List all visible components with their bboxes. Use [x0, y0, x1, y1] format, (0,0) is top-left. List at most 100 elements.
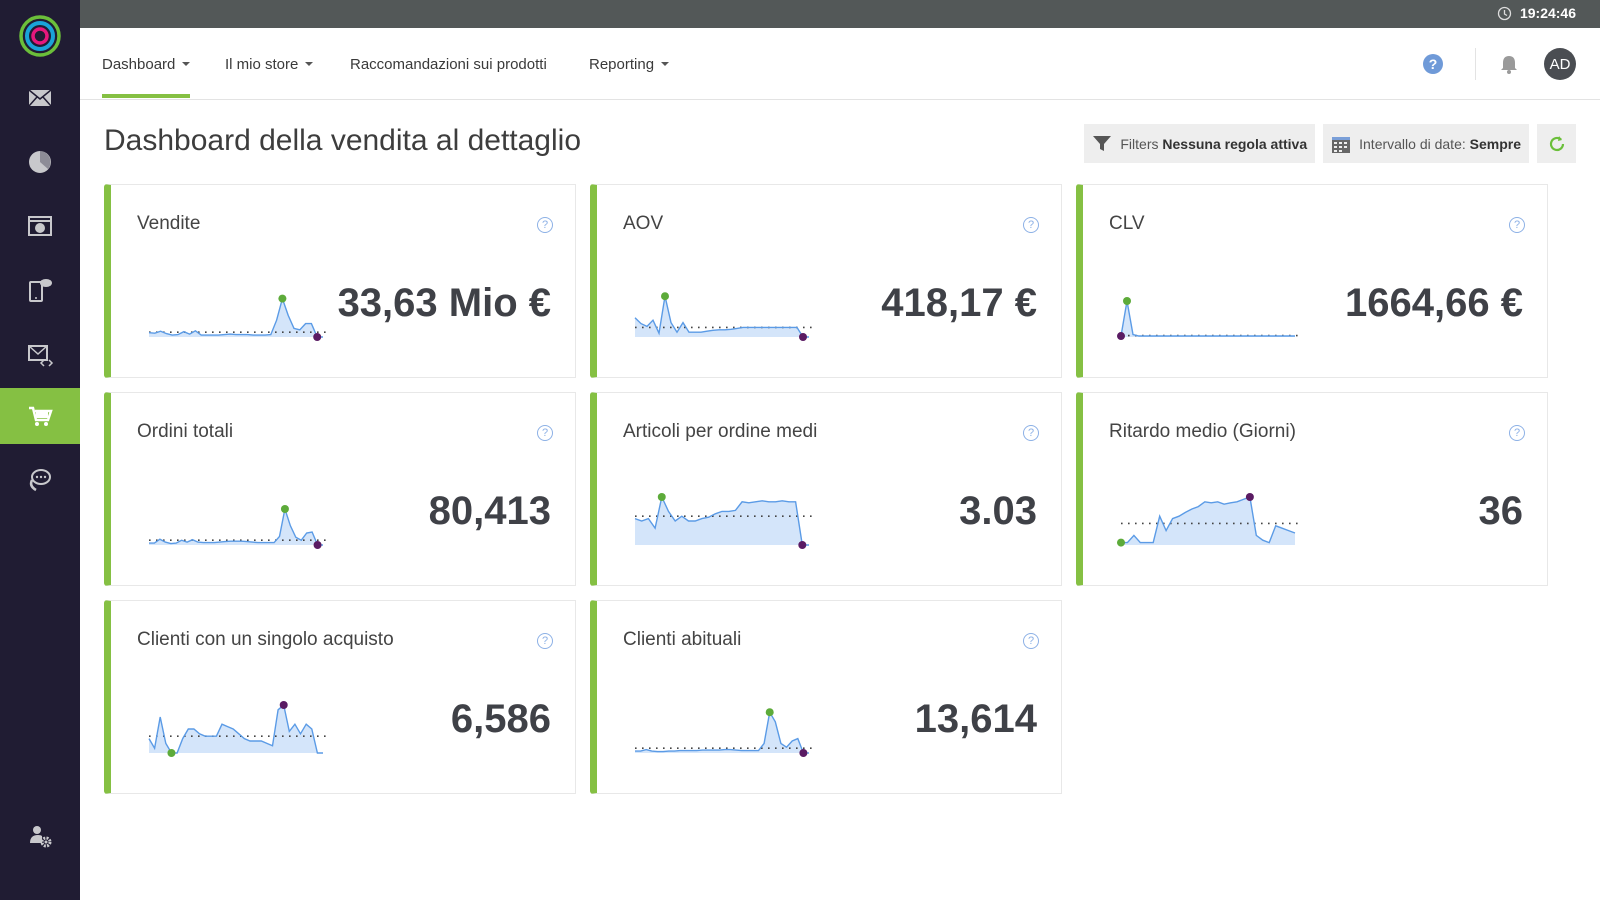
nav-dashboard[interactable]: Dashboard — [102, 28, 191, 100]
app-logo-icon[interactable] — [19, 15, 61, 57]
cart-icon — [29, 406, 53, 426]
kpi-card-value: 6,586 — [450, 697, 551, 741]
sparkline-min-point — [167, 749, 176, 757]
caret-down-icon — [182, 62, 191, 66]
sparkline-min-point — [798, 541, 807, 549]
kpi-card-value: 13,614 — [914, 697, 1037, 741]
help-circle-icon[interactable]: ? — [1023, 425, 1039, 441]
sparkline-max-point — [661, 292, 669, 301]
kpi-card-title: AOV — [623, 213, 664, 234]
sidebar-item-mobile[interactable] — [0, 262, 80, 318]
user-gear-icon — [30, 826, 52, 848]
nav-dashboard-label: Dashboard — [102, 55, 176, 73]
funnel-icon — [1093, 135, 1112, 151]
kpi-card: AOV? 418,17 € — [590, 184, 1062, 378]
envelope-icon — [28, 89, 52, 107]
caret-down-icon — [661, 62, 670, 66]
sparkline-chart — [1117, 493, 1301, 547]
sidebar-item-analytics[interactable] — [0, 134, 80, 190]
date-range-button[interactable]: Intervallo di date: Sempre — [1323, 124, 1529, 163]
sparkline-min-point — [313, 333, 322, 341]
sparkline-min-point — [799, 333, 807, 341]
page-title: Dashboard della vendita al dettaglio — [104, 124, 581, 157]
sidebar-item-chat[interactable] — [0, 452, 80, 508]
kpi-card-value: 1664,66 € — [1345, 281, 1523, 325]
nav-reporting-label: Reporting — [589, 55, 655, 73]
kpi-card: Clienti abituali? 13,614 — [590, 600, 1062, 794]
kpi-card-value: 33,63 Mio € — [337, 281, 551, 325]
kpi-card-value: 3.03 — [959, 489, 1037, 533]
sparkline-chart — [1117, 297, 1301, 341]
help-circle-icon[interactable]: ? — [1023, 633, 1039, 649]
nav-reporting[interactable]: Reporting — [589, 28, 670, 100]
bell-icon[interactable] — [1500, 54, 1518, 74]
kpi-card-title: Articoli per ordine medi — [623, 421, 818, 442]
kpi-card-title: Ordini totali — [137, 421, 234, 442]
divider — [1475, 48, 1476, 80]
mobile-message-icon — [29, 279, 52, 302]
help-circle-icon[interactable]: ? — [1509, 217, 1525, 233]
kpi-card: Clienti con un singolo acquisto? 6,586 — [104, 600, 576, 794]
chat-bubble-icon — [29, 469, 51, 492]
kpi-card-value: 418,17 € — [881, 281, 1037, 325]
kpi-card: Articoli per ordine medi? 3.03 — [590, 392, 1062, 586]
help-circle-icon[interactable]: ? — [537, 425, 553, 441]
browser-window-icon — [28, 216, 52, 236]
calendar-icon — [1332, 136, 1351, 153]
kpi-card: CLV? 1664,66 € — [1076, 184, 1548, 378]
sidebar-item-user-settings[interactable] — [0, 808, 80, 864]
sparkline-max-point — [657, 493, 666, 501]
sidebar-item-ecommerce[interactable] — [0, 388, 80, 444]
kpi-card-value: 80,413 — [428, 489, 551, 533]
help-circle-icon[interactable]: ? — [537, 633, 553, 649]
sparkline-max-point — [765, 708, 774, 717]
sparkline-min-point — [799, 749, 808, 757]
help-circle-icon[interactable]: ? — [537, 217, 553, 233]
help-circle-icon[interactable]: ? — [1509, 425, 1525, 441]
refresh-button[interactable] — [1537, 124, 1576, 163]
help-icon[interactable]: ? — [1423, 54, 1443, 74]
filters-label: Filters — [1120, 135, 1159, 152]
refresh-icon — [1549, 135, 1564, 151]
sparkline-max-point — [279, 701, 288, 709]
kpi-card: Ritardo medio (Giorni)? 36 — [1076, 392, 1548, 586]
help-circle-icon[interactable]: ? — [1023, 217, 1039, 233]
nav-raccomandazioni[interactable]: Raccomandazioni sui prodotti — [350, 28, 547, 100]
kpi-card: Vendite? 33,63 Mio € — [104, 184, 576, 378]
main-nav: Dashboard Il mio store Raccomandazioni s… — [80, 28, 1600, 100]
sidebar-item-web-overlay[interactable] — [0, 198, 80, 254]
kpi-card-title: CLV — [1109, 213, 1145, 234]
clock-icon — [1497, 6, 1512, 20]
kpi-card-title: Clienti abituali — [623, 629, 742, 650]
filters-button[interactable]: Filters Nessuna regola attiva — [1084, 124, 1316, 163]
kpi-card-value: 36 — [1478, 489, 1524, 533]
sparkline-max-point — [280, 505, 289, 513]
sidebar-item-email[interactable] — [0, 70, 80, 126]
sparkline-chart — [634, 493, 815, 549]
top-status-bar: 19:24:46 — [80, 0, 1600, 28]
kpi-card: Ordini totali? 80,413 — [104, 392, 576, 586]
sparkline-chart — [149, 505, 329, 549]
sparkline-chart — [148, 294, 329, 341]
sidebar — [0, 0, 80, 900]
envelope-code-icon — [28, 345, 54, 367]
clock-time: 19:24:46 — [1519, 5, 1576, 21]
date-label: Intervallo di date: — [1359, 135, 1466, 152]
nav-il-mio-store[interactable]: Il mio store — [225, 28, 314, 100]
sparkline-max-point — [1123, 297, 1131, 305]
sparkline-area — [1121, 301, 1295, 337]
toolbar: Filters Nessuna regola attiva Intervallo… — [1084, 124, 1576, 163]
clock: 19:24:46 — [1497, 5, 1576, 21]
sparkline-line — [1120, 300, 1295, 337]
sparkline-area — [149, 298, 323, 337]
sidebar-item-email-code[interactable] — [0, 326, 80, 382]
sparkline-chart — [634, 292, 815, 341]
sparkline-min-point — [1117, 332, 1125, 341]
sparkline-chart — [635, 708, 815, 757]
avatar[interactable]: AD — [1544, 48, 1576, 80]
nav-store-label: Il mio store — [225, 55, 299, 73]
kpi-card-title: Vendite — [137, 213, 201, 234]
sparkline-min-point — [313, 541, 322, 549]
nav-recommendations-label: Raccomandazioni sui prodotti — [350, 55, 547, 73]
sparkline-max-point — [278, 294, 287, 303]
